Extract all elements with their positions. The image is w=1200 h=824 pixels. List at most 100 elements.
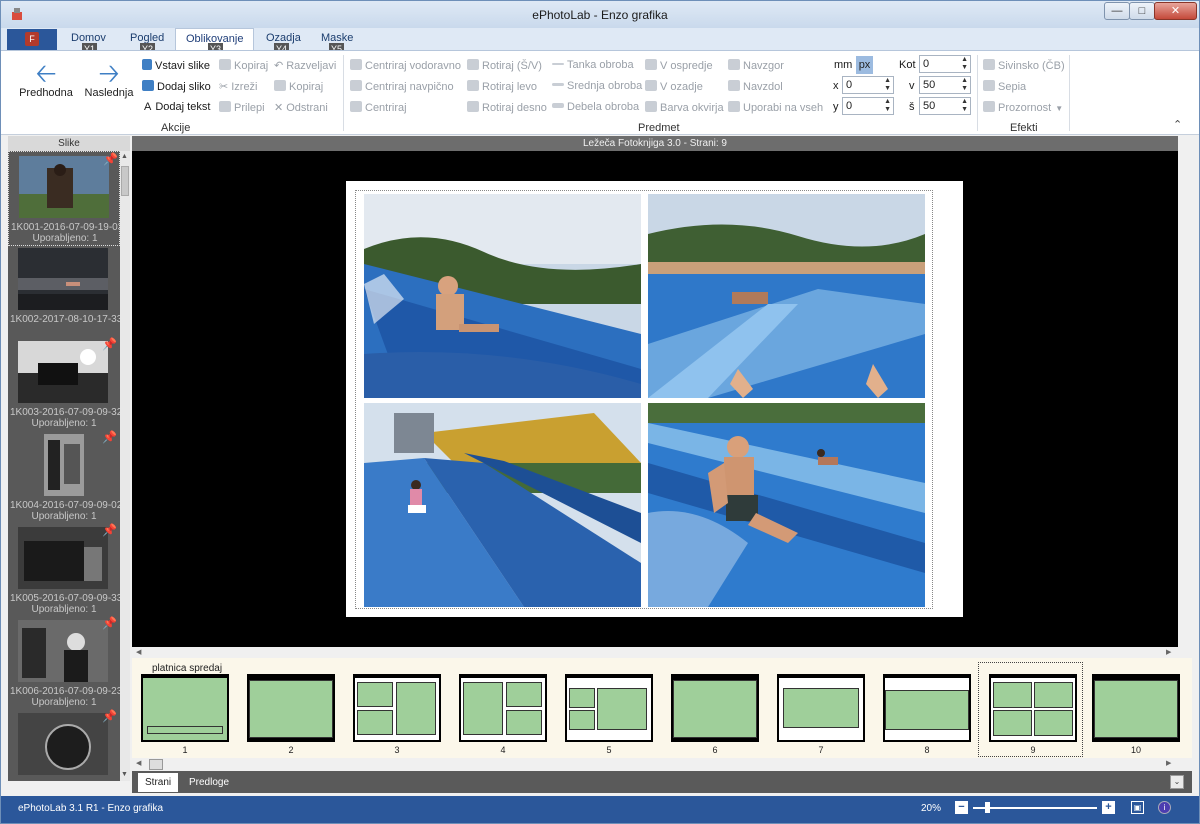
image-thumbnail[interactable]: 📌 1K001-2016-07-09-19-03 Uporabljeno: 1 <box>8 151 120 246</box>
scroll-thumb[interactable] <box>149 759 163 770</box>
unit-mm-toggle[interactable]: mm <box>834 59 852 71</box>
width-input[interactable]: 50 ▲ ▼ <box>919 97 971 115</box>
remove-button[interactable]: ✕ Odstrani <box>274 101 328 114</box>
unit-px-toggle[interactable]: px <box>856 56 873 74</box>
image-thumbnail[interactable]: 📌 1K006-2016-07-09-09-23 Uporabljeno: 1 <box>8 616 120 711</box>
zoom-out-button[interactable]: − <box>955 801 968 814</box>
scroll-left-icon[interactable]: ◀ <box>136 759 141 767</box>
page-thumbnail-10[interactable] <box>1092 674 1180 742</box>
page-thumbnail-7[interactable] <box>777 674 865 742</box>
x-input[interactable]: 0 ▲ ▼ <box>842 76 894 94</box>
rotate-right-button[interactable]: Rotiraj desno <box>467 101 547 114</box>
thick-border-button[interactable]: Debela obroba <box>552 101 639 113</box>
transparency-button[interactable]: Prozornost ▼ <box>983 101 1063 114</box>
photo-slot-4[interactable] <box>648 403 925 607</box>
scroll-left-icon[interactable]: ◀ <box>136 648 141 656</box>
next-button[interactable]: 🡢 Naslednja <box>83 59 135 99</box>
spinner-icon[interactable]: ▲ ▼ <box>884 77 891 93</box>
tab-predloge[interactable]: Predloge <box>182 773 236 792</box>
images-scrollbar[interactable]: ▲ ▼ <box>120 151 130 781</box>
center-button[interactable]: Centriraj <box>350 101 407 114</box>
rotate-sv-button[interactable]: Rotiraj (Š/V) <box>467 59 542 72</box>
close-button[interactable]: ✕ <box>1154 2 1197 20</box>
layout-cell <box>396 682 436 735</box>
canvas-scrollbar-vertical[interactable] <box>1178 136 1192 647</box>
tab-strani[interactable]: Strani <box>138 773 179 792</box>
scroll-up-icon[interactable]: ▲ <box>121 153 128 160</box>
file-tab[interactable]: F <box>7 29 57 50</box>
spinner-icon[interactable]: ▲ ▼ <box>961 98 968 114</box>
scroll-right-icon[interactable]: ▶ <box>1166 759 1171 767</box>
image-thumbnail[interactable]: 📌 1K004-2016-07-09-09-02 Uporabljeno: 1 <box>8 430 120 525</box>
move-up-button[interactable]: Navzgor <box>728 59 784 72</box>
zoom-slider[interactable] <box>973 807 1097 809</box>
insert-images-button[interactable]: Vstavi slike <box>142 59 210 72</box>
spinner-icon[interactable]: ▲ ▼ <box>961 77 968 93</box>
window-title: ePhotoLab - Enzo grafika <box>532 8 668 22</box>
rotate-left-button[interactable]: Rotiraj levo <box>467 80 537 93</box>
grayscale-button[interactable]: Sivinsko (ČB) <box>983 59 1065 72</box>
images-list[interactable]: 📌 1K001-2016-07-09-19-03 Uporabljeno: 1 … <box>8 151 120 781</box>
height-input[interactable]: 50 ▲ ▼ <box>919 76 971 94</box>
page-thumbnail-5[interactable] <box>565 674 653 742</box>
width-label: š <box>909 101 915 113</box>
cut-button[interactable]: ✂ Izreži <box>219 80 258 93</box>
page-thumbnail-4[interactable] <box>459 674 547 742</box>
image-thumbnail[interactable]: 📌 1K003-2016-07-09-09-32 Uporabljeno: 1 <box>8 337 120 432</box>
expand-icon[interactable]: ⌄ <box>1170 775 1184 789</box>
status-bar: ePhotoLab 3.1 R1 - Enzo grafika 20% − + … <box>1 796 1199 823</box>
y-input[interactable]: 0 ▲ ▼ <box>842 97 894 115</box>
maximize-button[interactable]: □ <box>1129 2 1155 20</box>
info-icon[interactable]: i <box>1158 801 1171 814</box>
center-horizontal-button[interactable]: Centriraj vodoravno <box>350 59 461 72</box>
add-image-button[interactable]: Dodaj sliko <box>142 80 211 93</box>
page-thumbnail-2[interactable] <box>247 674 335 742</box>
medium-border-button[interactable]: Srednja obroba <box>552 80 642 92</box>
zoom-slider-handle[interactable] <box>985 802 990 813</box>
previous-button[interactable]: 🡠 Predhodna <box>18 59 74 99</box>
spinner-icon[interactable]: ▲ ▼ <box>884 98 891 114</box>
height-label: v <box>909 80 915 92</box>
spinner-icon[interactable]: ▲ ▼ <box>961 56 968 72</box>
image-thumbnail[interactable]: 📌 1K005-2016-07-09-09-33 Uporabljeno: 1 <box>8 523 120 618</box>
center-vertical-button[interactable]: Centriraj navpično <box>350 80 454 93</box>
photo-slot-3[interactable] <box>364 403 641 607</box>
fit-to-window-icon[interactable]: ▣ <box>1131 801 1144 814</box>
image-thumbnail[interactable]: 1K002-2017-08-10-17-33 <box>8 244 120 339</box>
page-thumbnail-8[interactable] <box>883 674 971 742</box>
page-number: 6 <box>712 745 718 755</box>
page-thumbnail-1[interactable] <box>141 674 229 742</box>
frame-color-button[interactable]: Barva okvirja <box>645 101 724 114</box>
scroll-thumb[interactable] <box>121 166 129 196</box>
photo-slot-1[interactable] <box>364 194 641 398</box>
sepia-button[interactable]: Sepia <box>983 80 1026 93</box>
bottom-tabs: Strani Predloge ⌄ <box>132 771 1192 793</box>
scroll-down-icon[interactable]: ▼ <box>121 771 128 778</box>
apply-all-button[interactable]: Uporabi na vseh <box>728 101 823 114</box>
photo-slot-2[interactable] <box>648 194 925 398</box>
undo-button[interactable]: ↶ Razveljavi <box>274 59 336 72</box>
canvas-scrollbar-horizontal[interactable]: ◀ ▶ <box>132 647 1192 658</box>
page-thumbnail-3[interactable] <box>353 674 441 742</box>
thin-border-button[interactable]: Tanka obroba <box>552 59 634 71</box>
move-down-button[interactable]: Navzdol <box>728 80 783 93</box>
design-canvas[interactable] <box>132 151 1178 647</box>
page-thumbnail-6[interactable] <box>671 674 759 742</box>
add-text-button[interactable]: A Dodaj tekst <box>144 101 210 113</box>
image-preview <box>18 248 108 310</box>
copy-button[interactable]: Kopiraj <box>219 59 268 72</box>
paste-button[interactable]: Prilepi <box>219 101 265 114</box>
to-front-button[interactable]: V ospredje <box>645 59 713 72</box>
copy2-button[interactable]: Kopiraj <box>274 80 323 93</box>
to-back-button[interactable]: V ozadje <box>645 80 703 93</box>
page-thumbnail-9[interactable] <box>989 674 1077 742</box>
pages-scrollbar[interactable]: ◀ ▶ <box>132 758 1192 771</box>
photobook-page[interactable] <box>346 181 963 617</box>
angle-input[interactable]: 0 ▲ ▼ <box>919 55 971 73</box>
minimize-button[interactable]: — <box>1104 2 1130 20</box>
chevron-up-icon[interactable]: ⌃ <box>1173 118 1182 131</box>
scroll-right-icon[interactable]: ▶ <box>1166 648 1171 656</box>
zoom-in-button[interactable]: + <box>1102 801 1115 814</box>
image-thumbnail[interactable]: 📌 <box>8 709 120 781</box>
add-image-label: Dodaj sliko <box>157 81 211 93</box>
